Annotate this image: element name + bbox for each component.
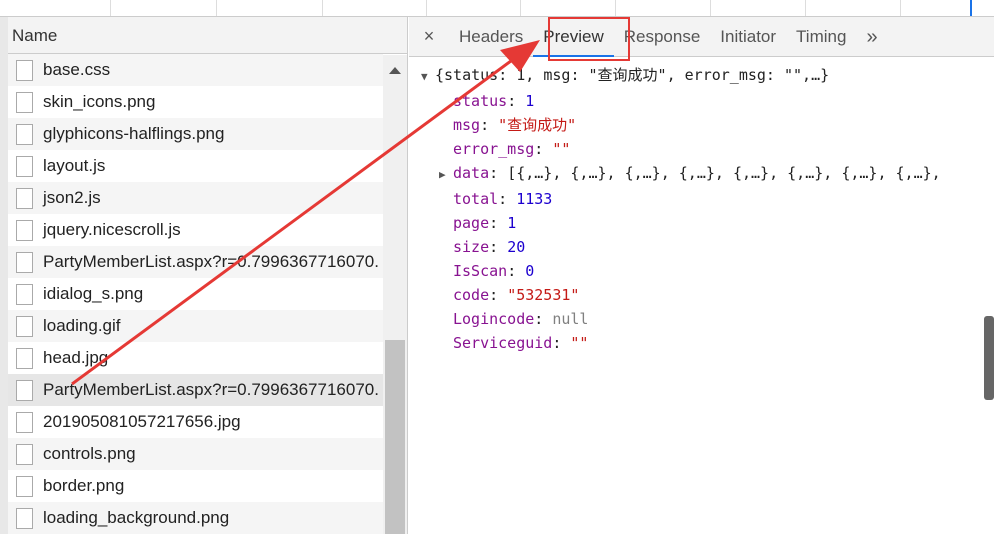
annotation-arrow [71, 40, 540, 386]
